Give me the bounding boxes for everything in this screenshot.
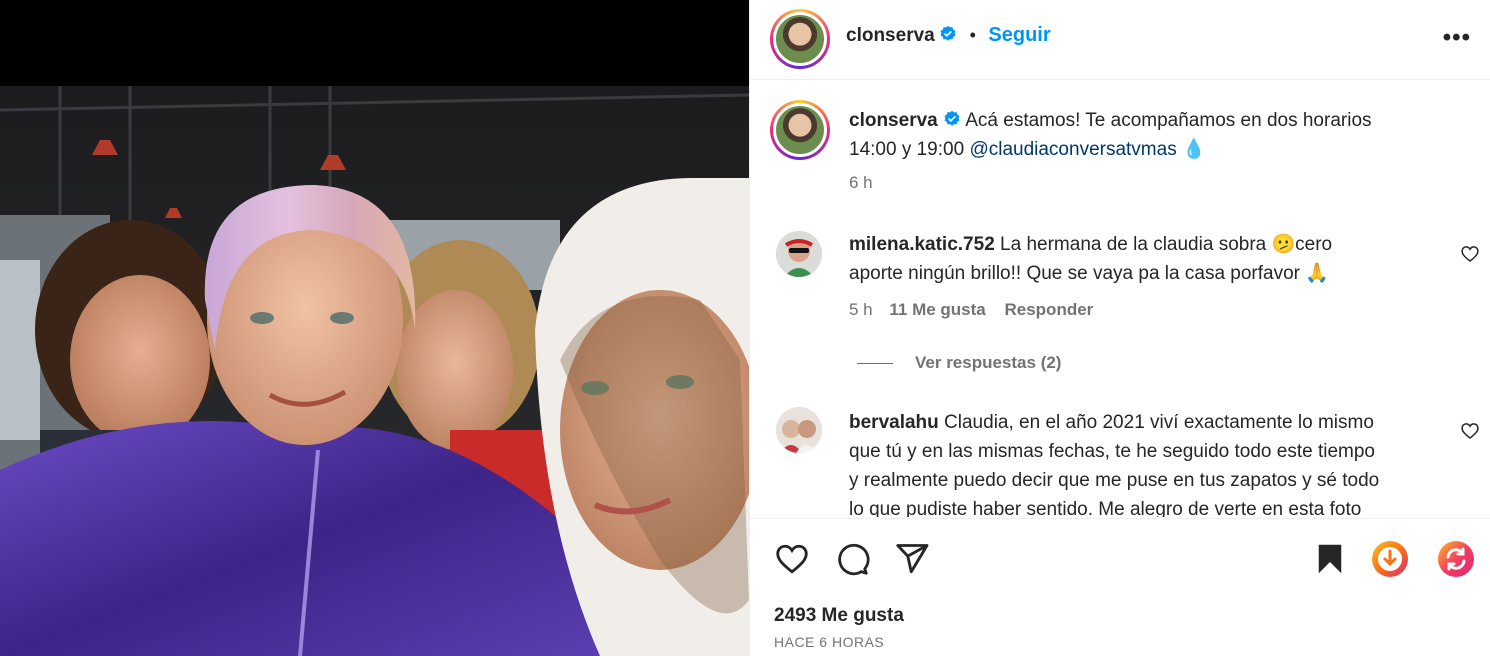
caption: clonserva Acá estamos! Te acompañamos en… — [849, 106, 1469, 164]
bookmark-icon[interactable] — [1312, 541, 1348, 577]
comment-line4: lo que pudiste haber sentido. Me alegro … — [849, 499, 1362, 517]
comment-avatar[interactable] — [776, 407, 822, 453]
comment-icon[interactable] — [834, 541, 870, 577]
heart-icon[interactable] — [1460, 244, 1480, 264]
comment-text: bervalahu Claudia, en el año 2021 viví e… — [849, 408, 1449, 517]
action-bar: 2493 Me gusta HACE 6 HORAS — [750, 518, 1490, 656]
caption-time[interactable]: 6 h — [849, 173, 873, 193]
comment-text: milena.katic.752 La hermana de la claudi… — [849, 230, 1429, 288]
caption-mention[interactable]: @claudiaconversatvmas — [969, 139, 1176, 160]
refresh-icon[interactable] — [1436, 539, 1476, 579]
comment-line2: aporte ningún brillo!! Que se vaya pa la… — [849, 263, 1329, 284]
caption-emoji: 💧 — [1181, 139, 1206, 160]
author-avatar[interactable] — [770, 9, 830, 69]
comment-line1: Claudia, en el año 2021 viví exactamente… — [944, 412, 1374, 433]
more-icon[interactable]: ••• — [1443, 24, 1471, 52]
comment-username[interactable]: bervalahu — [849, 412, 939, 433]
comment-avatar[interactable] — [776, 231, 822, 277]
view-replies-button[interactable]: Ver respuestas (2) — [857, 353, 1061, 373]
post-timestamp[interactable]: HACE 6 HORAS — [774, 634, 884, 650]
follow-button[interactable]: Seguir — [988, 24, 1050, 46]
selfie-image — [0, 0, 749, 656]
heart-icon[interactable] — [1460, 421, 1480, 441]
comment-likes[interactable]: 11 Me gusta — [889, 300, 985, 319]
verified-icon — [944, 110, 960, 126]
post-photo[interactable] — [0, 0, 749, 656]
caption-line1: Acá estamos! Te acompañamos en dos horar… — [965, 110, 1372, 131]
author-username[interactable]: clonserva — [846, 25, 935, 46]
divider-line — [857, 363, 893, 365]
view-replies-label: Ver respuestas (2) — [915, 353, 1062, 372]
verified-icon — [940, 25, 956, 41]
comment-line2: que tú y en las mismas fechas, te he seg… — [849, 441, 1375, 462]
caption-avatar[interactable] — [770, 100, 830, 160]
comments-scroll[interactable]: clonserva Acá estamos! Te acompañamos en… — [750, 81, 1490, 517]
share-icon[interactable] — [894, 541, 930, 577]
comment-line1: La hermana de la claudia sobra 🫤cero — [1000, 234, 1333, 255]
comment-meta: 5 h 11 Me gusta Responder — [849, 300, 1093, 320]
comment-line3: y realmente puedo decir que me puse en t… — [849, 470, 1380, 491]
reply-button[interactable]: Responder — [1004, 300, 1093, 319]
post-header: clonserva • Seguir ••• — [750, 0, 1490, 80]
download-icon[interactable] — [1370, 539, 1410, 579]
caption-username[interactable]: clonserva — [849, 110, 938, 131]
caption-line2: 14:00 y 19:00 — [849, 139, 970, 160]
post-panel: clonserva • Seguir ••• clonserva Acá est… — [749, 0, 1490, 656]
likes-count[interactable]: 2493 Me gusta — [774, 605, 904, 627]
comment-time[interactable]: 5 h — [849, 300, 873, 319]
separator-dot: • — [969, 25, 976, 45]
comment-username[interactable]: milena.katic.752 — [849, 234, 995, 255]
heart-icon[interactable] — [774, 541, 810, 577]
